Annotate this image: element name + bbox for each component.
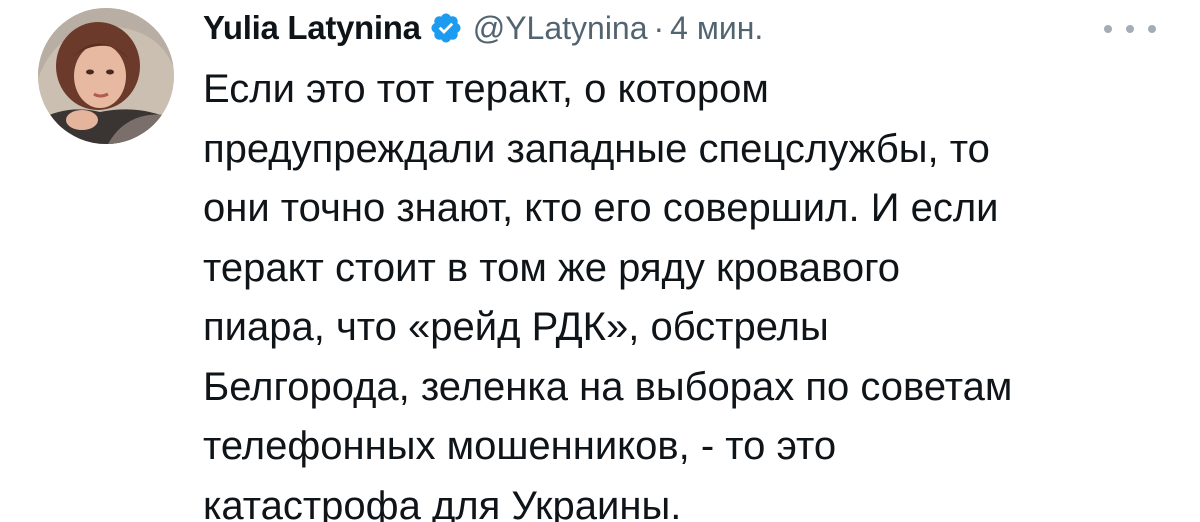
tweet-header: Yulia Latynina @YLatynina · 4 мин.	[203, 4, 763, 52]
avatar-photo-image	[38, 8, 174, 144]
tweet-text-line: теракт стоит в том же ряду кровавого	[203, 245, 901, 290]
tweet-text-line: телефонных мошенников, - то это	[203, 424, 837, 468]
avatar[interactable]	[38, 8, 174, 144]
tweet-text-line: предупреждали западные спецслужбы, то	[203, 126, 990, 171]
more-dot	[1104, 25, 1112, 33]
header-separator: ·	[653, 9, 665, 46]
verified-badge-icon	[429, 11, 463, 45]
tweet-text-line: катастрофа для Украины.	[203, 483, 682, 522]
author-display-name[interactable]: Yulia Latynina	[203, 9, 421, 47]
more-dot	[1126, 25, 1134, 33]
tweet-text-line: пиара, что «рейд РДК», обстрелы	[203, 305, 829, 349]
tweet-text-line: Белгорода, зеленка на выборах по советам	[203, 364, 1013, 409]
tweet-text-line: они точно знают, кто его совершил. И есл…	[203, 186, 999, 230]
more-options-icon[interactable]	[1104, 16, 1156, 42]
tweet-text-line: Если это тот теракт, о котором	[203, 67, 769, 111]
more-dot	[1148, 25, 1156, 33]
tweet-text: Если это тот теракт, о котором предупреж…	[203, 60, 1163, 522]
tweet-timestamp[interactable]: 4 мин.	[670, 10, 763, 47]
tweet-card[interactable]: Yulia Latynina @YLatynina · 4 мин. Если …	[0, 0, 1200, 522]
author-handle[interactable]: @YLatynina	[473, 10, 648, 47]
